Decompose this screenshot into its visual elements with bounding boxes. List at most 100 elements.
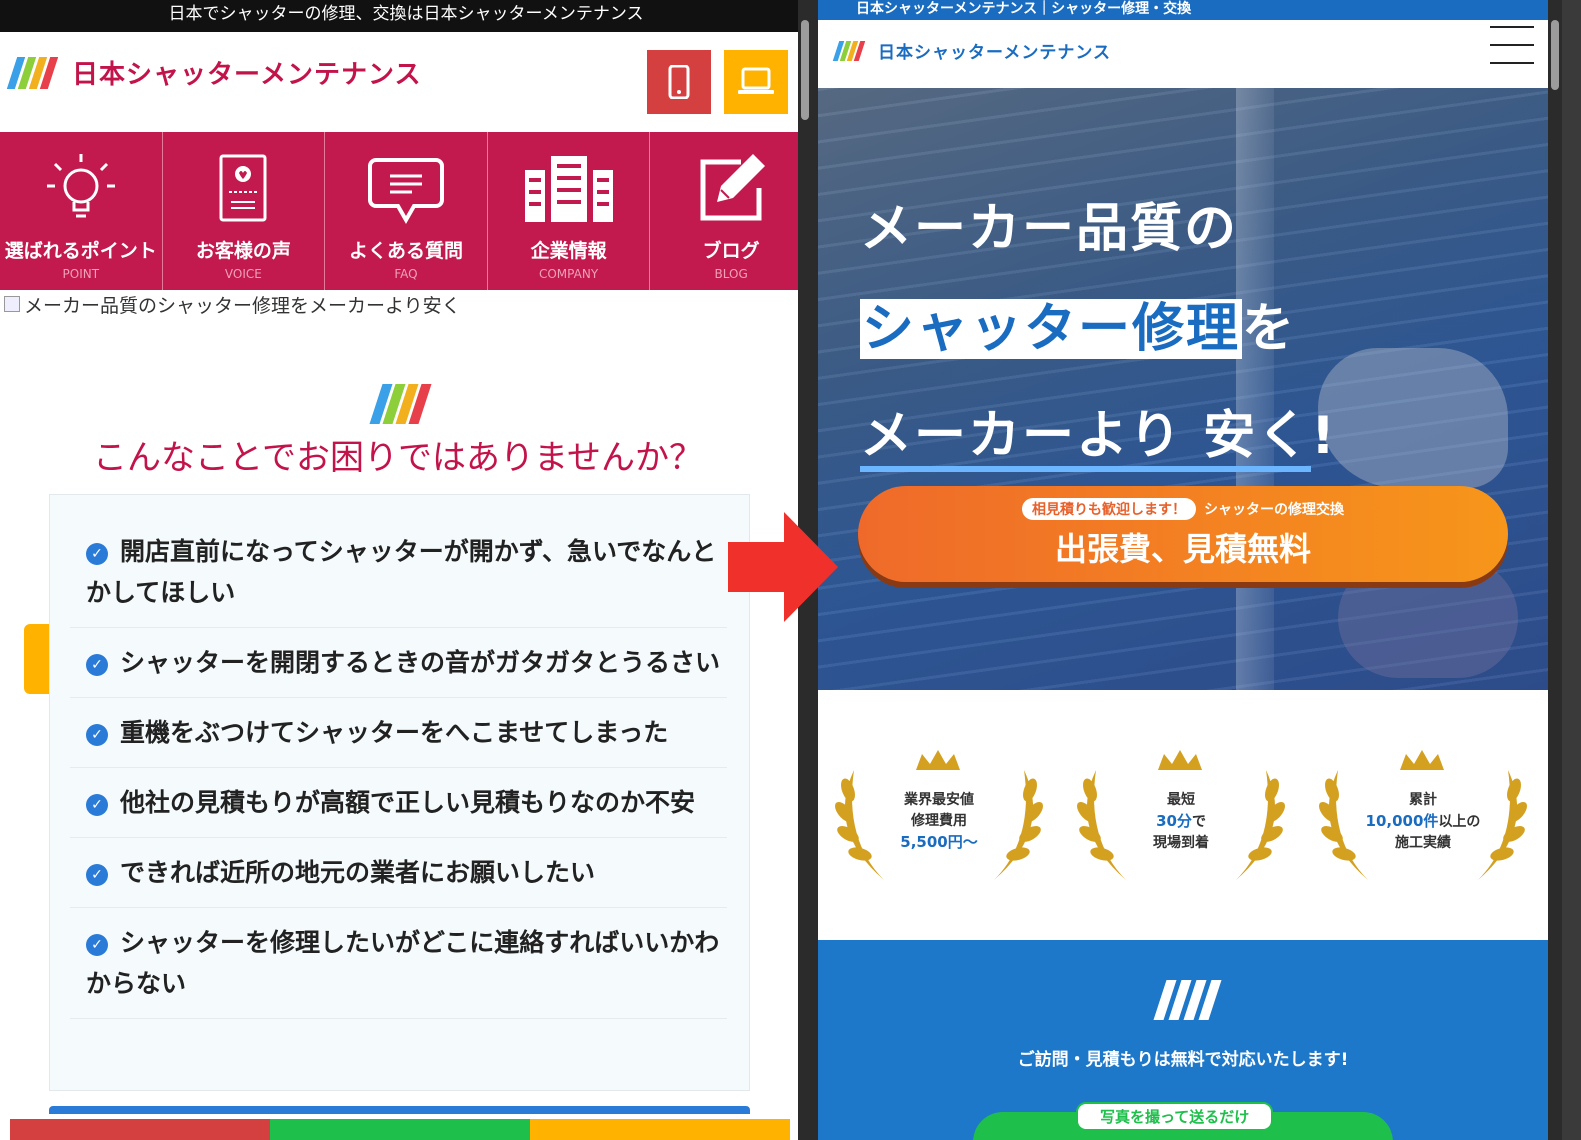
right-pane-new-site: 日本シャッターメンテナンス｜シャッター修理・交換 日本シャッターメンテナンス メ… (818, 0, 1548, 1140)
award-highlight: 10,000件 (1365, 812, 1439, 830)
trouble-text: 開店直前になってシャッターが開かず、急いでなんとかしてほしい (86, 537, 717, 607)
broken-hero-image: メーカー品質のシャッター修理をメーカーより安く (0, 290, 812, 318)
trouble-item: ✓ 重機をぶつけてシャッターをへこませてしまった (70, 698, 727, 768)
left-nav-menu: 選ばれるポイント POINT お客様の声 VOICE よくある質問 FAQ 企業… (0, 132, 812, 290)
hamburger-menu-icon[interactable] (1490, 26, 1534, 80)
nav-sub: VOICE (224, 267, 262, 281)
trouble-section-title: こんなことでお困りではありませんか？ (93, 438, 703, 478)
award-line-rest: で (1191, 814, 1206, 830)
trouble-list: ✓ 開店直前になってシャッターが開かず、急いでなんとかしてほしい ✓ シャッターを開… (49, 494, 750, 1091)
broken-image-alt-text: メーカー品質のシャッター修理をメーカーより安く (24, 294, 461, 317)
award-text: 最短 30分で 現場到着 (1066, 790, 1296, 854)
nav-item-voice[interactable]: お客様の声 VOICE (163, 132, 326, 290)
trouble-item: ✓ シャッターを開閉するときの音がガタガタとうるさい (70, 628, 727, 698)
pencil-note-icon (700, 154, 766, 221)
check-icon: ✓ (86, 543, 108, 565)
trouble-item: ✓ 開店直前になってシャッターが開かず、急いでなんとかしてほしい (70, 517, 727, 628)
trouble-text: 重機をぶつけてシャッターをへこませてしまった (120, 718, 669, 747)
trouble-text: できれば近所の地元の業者にお願いしたい (120, 858, 596, 887)
award-line: 現場到着 (1153, 835, 1209, 851)
cta-small-label: シャッターの修理交換 (1204, 502, 1344, 518)
free-visit-section: ご訪問・見積もりは無料で対応いたします! 写真を撮って送るだけ (818, 940, 1548, 1140)
speech-bubble-icon (367, 158, 444, 225)
award-line: 30分で (1066, 811, 1296, 833)
hero-banner: メーカー品質の シャッター修理を メーカーより 安く! 相見積りも歓迎します！ シ… (818, 88, 1548, 690)
phone-icon (668, 65, 690, 99)
right-logo-text: 日本シャッターメンテナンス (878, 43, 1111, 63)
left-pane-old-site: 日本でシャッターの修理、交換は日本シャッターメンテナンス 日本シャッターメンテナ… (0, 0, 812, 1140)
side-tab[interactable] (24, 624, 50, 694)
logo-stripes-icon (832, 40, 867, 61)
award-line: 修理費用 (911, 813, 967, 829)
left-logo-text: 日本シャッターメンテナンス (72, 60, 422, 90)
free-visit-message: ご訪問・見積もりは無料で対応いたします! (1017, 1050, 1349, 1070)
award-highlight: 5,500円〜 (900, 833, 978, 851)
trouble-text: シャッターを開閉するときの音がガタガタとうるさい (120, 648, 721, 677)
left-logo[interactable]: 日本シャッターメンテナンス (6, 54, 422, 91)
broken-image-icon (4, 296, 20, 312)
cta-pill: 相見積りも歓迎します！ (1022, 498, 1196, 520)
phone-view-button[interactable] (647, 50, 711, 114)
nav-label: 選ばれるポイント (4, 240, 157, 262)
left-header: 日本シャッターメンテナンス (0, 32, 812, 132)
cta-small-text: 相見積りも歓迎します！ シャッターの修理交換 (858, 498, 1508, 520)
logo-stripes-icon (6, 56, 61, 89)
nav-item-point[interactable]: 選ばれるポイント POINT (0, 132, 163, 290)
left-scroll-thumb[interactable] (801, 20, 809, 120)
award-line-rest: 以上の (1438, 814, 1481, 830)
award-highlight: 30分 (1156, 812, 1192, 830)
left-top-title-bar: 日本でシャッターの修理、交換は日本シャッターメンテナンス (0, 0, 812, 32)
right-logo[interactable]: 日本シャッターメンテナンス (832, 38, 1111, 63)
nav-label: ブログ (702, 240, 760, 262)
nav-sub: COMPANY (538, 267, 599, 281)
white-stripes-icon (1153, 980, 1227, 1020)
right-scroll-thumb[interactable] (1551, 20, 1559, 90)
cta-big-text: 出張費、見積無料 (1054, 530, 1311, 568)
award-lowest-price: 業界最安値 修理費用 5,500円〜 (824, 730, 1054, 890)
trouble-item: ✓ シャッターを修理したいがどこに連絡すればいいかわからない (70, 908, 727, 1019)
award-text: 業界最安値 修理費用 5,500円〜 (824, 790, 1054, 853)
hero-line-1: メーカー品質の (860, 199, 1239, 259)
trouble-text: 他社の見積もりが高額で正しい見積もりなのか不安 (120, 788, 696, 817)
award-fast-arrival: 最短 30分で 現場到着 (1066, 730, 1296, 890)
nav-label: よくある質問 (348, 240, 463, 262)
hero-line-3: メーカーより 安く! (860, 393, 1337, 472)
footer-button-line[interactable] (270, 1119, 530, 1140)
nav-sub: FAQ (394, 267, 418, 281)
hero-line-3-rest: ! (1311, 406, 1337, 466)
footer-button-mail[interactable] (530, 1119, 790, 1140)
award-track-record: 累計 10,000件以上の 施工実績 (1308, 730, 1538, 890)
building-icon (524, 156, 613, 222)
nav-item-blog[interactable]: ブログ BLOG (650, 132, 812, 290)
free-estimate-cta-button[interactable]: 相見積りも歓迎します！ シャッターの修理交換 出張費、見積無料 (858, 486, 1508, 582)
right-arrow-icon (728, 512, 838, 622)
hero-glove (1318, 348, 1508, 488)
hero-underline: メーカーより 安く (860, 406, 1312, 472)
award-line: 施工実績 (1395, 835, 1451, 851)
award-line: 累計 (1409, 792, 1437, 808)
photo-send-label: 写真を撮って送るだけ (1076, 1102, 1274, 1131)
next-section-bar (49, 1106, 750, 1114)
trouble-item: ✓ できれば近所の地元の業者にお願いしたい (70, 838, 727, 908)
right-top-title-bar: 日本シャッターメンテナンス｜シャッター修理・交換 (818, 0, 1548, 20)
right-header: 日本シャッターメンテナンス (818, 20, 1548, 88)
pc-view-button[interactable] (724, 50, 788, 114)
fixed-footer-buttons (10, 1119, 790, 1140)
award-line: 10,000件以上の (1308, 811, 1538, 833)
check-icon: ✓ (86, 864, 108, 886)
nav-item-company[interactable]: 企業情報 COMPANY (488, 132, 651, 290)
hero-highlight: シャッター修理 (860, 299, 1243, 359)
laptop-icon (738, 67, 774, 94)
hero-pole (1236, 88, 1274, 690)
nav-sub: POINT (62, 267, 100, 281)
right-scrollbar[interactable] (1548, 0, 1562, 1140)
award-line: 最短 (1167, 792, 1195, 808)
nav-item-faq[interactable]: よくある質問 FAQ (325, 132, 488, 290)
check-icon: ✓ (86, 794, 108, 816)
check-icon: ✓ (86, 724, 108, 746)
award-line: 業界最安値 (904, 792, 974, 808)
nav-label: 企業情報 (530, 240, 607, 262)
footer-button-call[interactable] (10, 1119, 270, 1140)
check-icon: ✓ (86, 654, 108, 676)
nav-label: お客様の声 (195, 240, 291, 262)
